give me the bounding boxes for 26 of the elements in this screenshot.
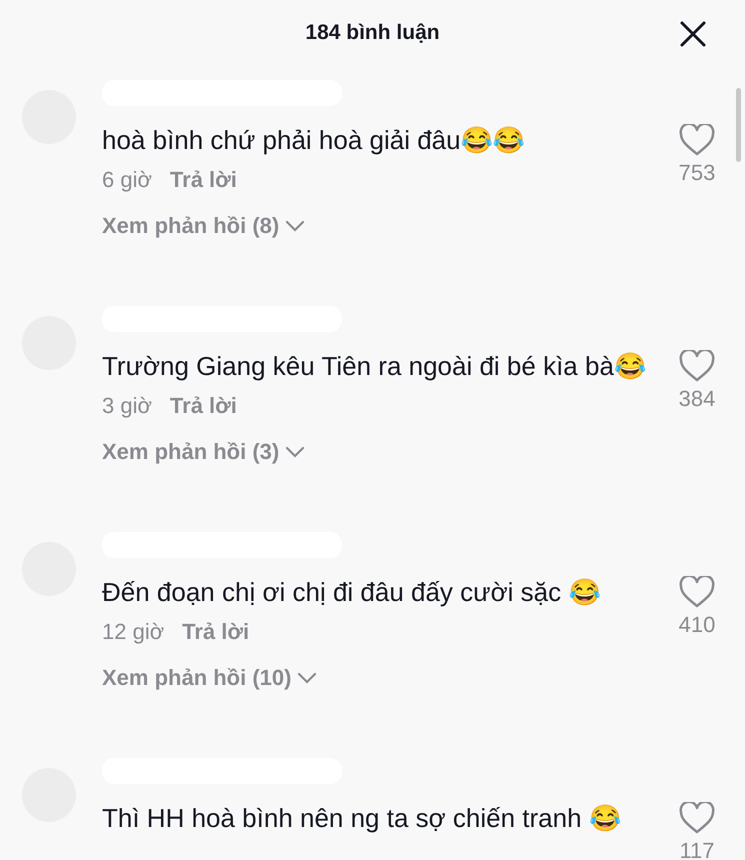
like-count: 384 <box>678 386 716 412</box>
comment-time: 6 giờ <box>102 167 152 193</box>
comment-text: hoà bình chứ phải hoà giải đâu😂😂 <box>102 124 526 157</box>
like-count: 753 <box>678 160 716 186</box>
chevron-down-icon <box>285 220 306 232</box>
chevron-down-icon <box>297 672 318 684</box>
heart-icon[interactable] <box>679 802 715 834</box>
chevron-down-icon <box>285 446 306 458</box>
comment-text: Thì HH hoà bình nên ng ta sợ chiến tranh 😂 <box>102 802 622 835</box>
close-icon[interactable] <box>679 20 707 48</box>
heart-icon[interactable] <box>679 350 715 382</box>
view-replies-button[interactable]: Xem phản hồi (10) <box>102 665 318 691</box>
like-count: 117 <box>679 838 715 860</box>
comment-time: 3 giờ <box>102 393 152 419</box>
comment-text: Đến đoạn chị ơi chị đi đâu đấy cười sặc 😂 <box>102 576 602 609</box>
comment-text: Trường Giang kêu Tiên ra ngoài đi bé kìa bà😂 <box>102 350 647 383</box>
view-replies-button[interactable]: Xem phản hồi (8) <box>102 213 306 239</box>
reply-link[interactable]: Trả lời <box>170 167 237 193</box>
view-replies-button[interactable]: Xem phản hồi (3) <box>102 439 306 465</box>
heart-icon[interactable] <box>679 576 715 608</box>
like-count: 410 <box>678 612 716 638</box>
reply-link[interactable]: Trả lời <box>170 393 237 419</box>
comment-time: 12 giờ <box>102 619 164 645</box>
comments-title: 184 bình luận <box>305 21 440 45</box>
reply-link[interactable]: Trả lời <box>182 619 250 645</box>
heart-icon[interactable] <box>679 124 715 156</box>
